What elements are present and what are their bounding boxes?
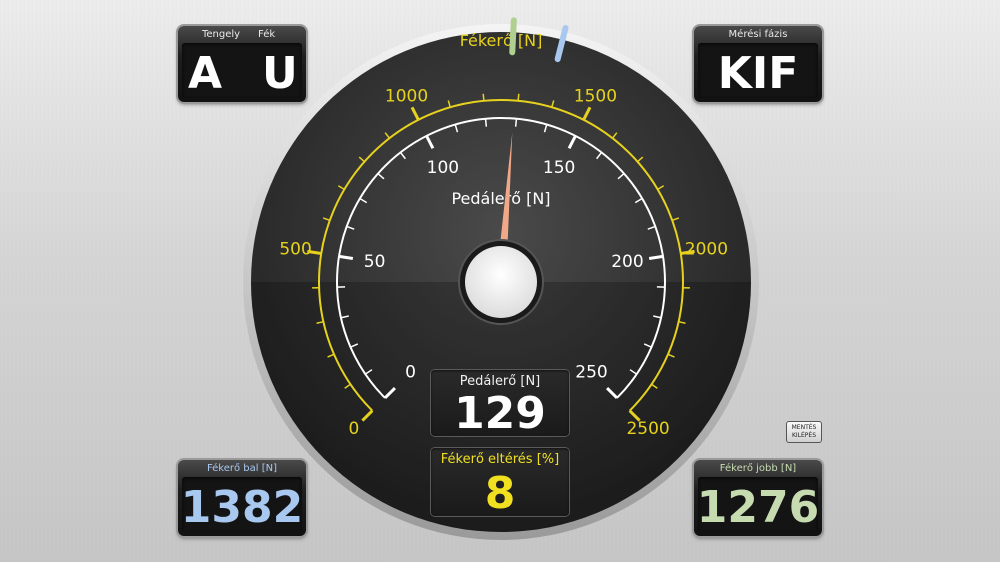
- right-brake-needle: [509, 17, 517, 56]
- brake-label: Fék: [258, 29, 276, 40]
- outer-scale-tick-label: 0: [349, 419, 360, 439]
- axle-value: A: [188, 48, 223, 99]
- inner-scale-tick-label: 50: [364, 252, 386, 272]
- brake-value: U: [262, 48, 298, 99]
- left-brake-force-value: 1382: [180, 482, 304, 533]
- brake-deviation-box: Fékerő eltérés [%] 8: [431, 448, 569, 519]
- brake-deviation-label: Fékerő eltérés [%]: [440, 452, 560, 467]
- needle-hub: [465, 246, 537, 318]
- inner-scale-tick-label: 100: [427, 158, 459, 178]
- inner-scale-tick-label: 200: [611, 252, 643, 272]
- pedal-force-box: Pedálerő [N] 129: [431, 370, 569, 439]
- axle-brake-panel: Tengely Fék A U: [178, 26, 306, 102]
- outer-scale-tick-label: 500: [279, 239, 311, 259]
- inner-scale-tick-label: 0: [405, 363, 416, 383]
- outer-scale-tick-label: 2500: [626, 419, 669, 439]
- measurement-phase-value: KIF: [717, 48, 799, 99]
- outer-scale-tick-label: 2000: [685, 239, 728, 259]
- outer-scale-title: Fékerő [N]: [460, 31, 543, 50]
- outer-scale-tick-label: 1500: [574, 87, 617, 107]
- right-brake-force-label: Fékerő jobb [N]: [719, 463, 797, 474]
- outer-scale-minor-tick: [482, 93, 485, 101]
- save-label: MENTÉS: [791, 424, 817, 431]
- pedal-force-value: 129: [454, 388, 546, 439]
- save-exit-button[interactable]: MENTÉS KILÉPÉS: [786, 421, 822, 443]
- measurement-phase-label: Mérési fázis: [728, 29, 788, 40]
- pedal-force-label: Pedálerő [N]: [459, 374, 541, 389]
- brake-deviation-value: 8: [484, 468, 516, 519]
- measurement-phase-panel: Mérési fázis KIF: [694, 26, 822, 102]
- inner-scale-title: Pedálerő [N]: [451, 189, 550, 208]
- right-brake-force-panel: Fékerő jobb [N] 1276: [694, 460, 822, 536]
- outer-scale-minor-tick: [517, 93, 520, 101]
- inner-scale-tick-label: 150: [543, 158, 575, 178]
- inner-scale-minor-tick: [514, 118, 518, 127]
- right-brake-force-value: 1276: [696, 482, 820, 533]
- left-brake-force-label: Fékerő bal [N]: [206, 463, 278, 474]
- outer-scale-tick-label: 1000: [385, 87, 428, 107]
- exit-label: KILÉPÉS: [791, 432, 817, 439]
- inner-scale-minor-tick: [484, 118, 488, 127]
- left-brake-force-panel: Fékerő bal [N] 1382: [178, 460, 306, 536]
- inner-scale-tick-label: 250: [575, 363, 607, 383]
- axle-label: Tengely: [202, 29, 241, 40]
